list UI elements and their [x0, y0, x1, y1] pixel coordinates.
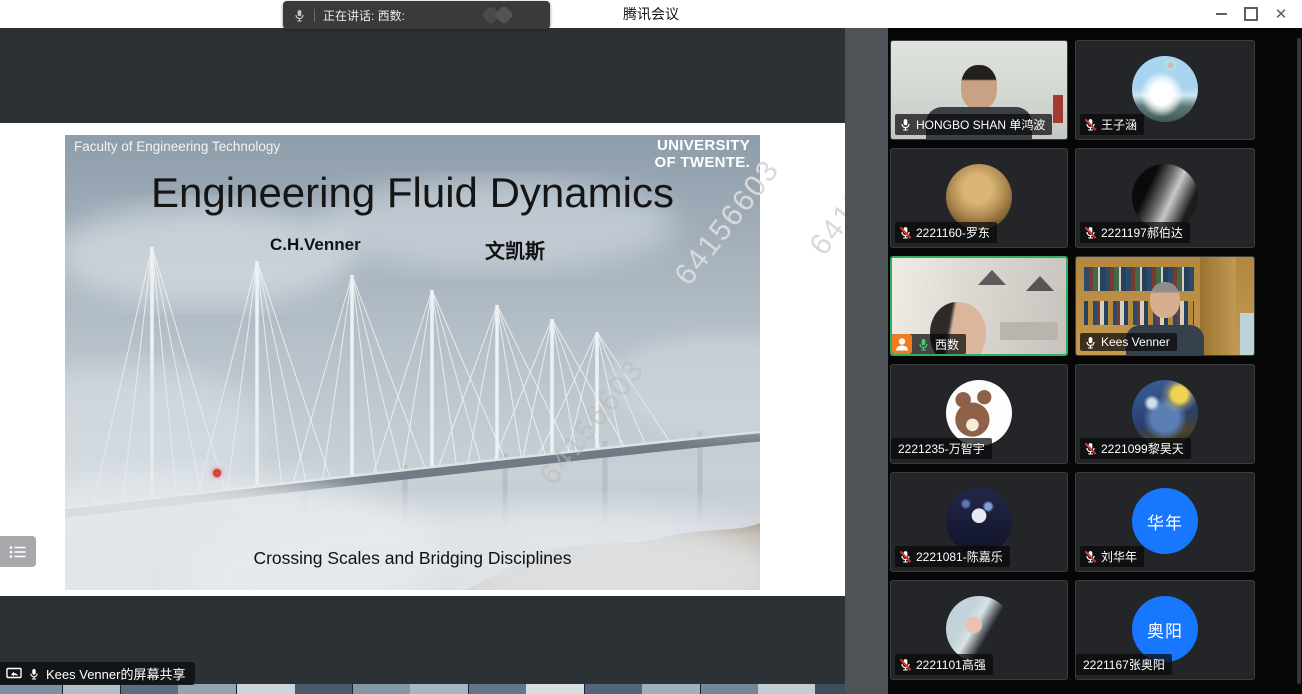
participant-name: 2221235-万智宇	[898, 440, 985, 457]
participant-tile[interactable]: HONGBO SHAN 单鸿波	[890, 40, 1068, 140]
participant-name: 2221197郝伯达	[1101, 224, 1183, 241]
speaking-indicator-pill: 正在讲话: 西数:	[283, 1, 550, 29]
avatar-initials: 奥阳	[1132, 596, 1198, 662]
avatar-initials-text: 奥阳	[1147, 617, 1183, 642]
participant-name: 2221099黎昊天	[1101, 440, 1184, 457]
participant-tile[interactable]: 奥阳 2221167张奥阳	[1075, 580, 1255, 680]
participant-name-tag: 西数	[892, 334, 966, 354]
participant-tile-active-speaker[interactable]: 西数	[890, 256, 1068, 356]
participant-name: 2221167张奥阳	[1083, 656, 1165, 673]
annotation-panel-toggle-button[interactable]	[0, 536, 36, 567]
mic-muted-icon	[899, 658, 912, 671]
meeting-main-area: Faculty of Engineering Technology UNIVER…	[0, 28, 1302, 694]
mic-muted-icon	[899, 550, 912, 563]
meeting-logo-icon	[478, 6, 522, 24]
mic-on-icon	[1084, 336, 1097, 349]
avatar	[946, 596, 1012, 662]
titlebar: 腾讯会议 ✕	[0, 0, 1302, 28]
avatar	[1132, 164, 1198, 230]
participant-tile[interactable]: 2221081-陈嘉乐	[890, 472, 1068, 572]
participant-tile[interactable]: 华年 刘华年	[1075, 472, 1255, 572]
avatar	[946, 488, 1012, 554]
avatar	[1132, 380, 1198, 446]
participant-tile[interactable]: 王子涵	[1075, 40, 1255, 140]
screen-share-area: Faculty of Engineering Technology UNIVER…	[0, 28, 845, 694]
shared-document-page: Faculty of Engineering Technology UNIVER…	[0, 123, 845, 596]
slide-subtitle: Crossing Scales and Bridging Disciplines	[65, 548, 760, 569]
participant-name: 2221101高强	[916, 656, 986, 673]
mic-icon	[28, 668, 40, 680]
avatar-initials: 华年	[1132, 488, 1198, 554]
mic-muted-icon	[1084, 550, 1097, 563]
list-icon	[9, 545, 27, 559]
participant-name-tag: 2221235-万智宇	[891, 438, 992, 459]
participants-panel: HONGBO SHAN 单鸿波 王子涵 2221160-罗东	[888, 28, 1302, 694]
participants-scrollbar[interactable]	[1297, 38, 1301, 684]
participant-name: Kees Venner	[1101, 335, 1170, 349]
participant-name: 王子涵	[1101, 116, 1137, 133]
participant-name: 刘华年	[1101, 548, 1137, 565]
panel-divider-gutter	[845, 28, 888, 694]
avatar	[1132, 56, 1198, 122]
divider	[314, 9, 315, 22]
slide-faculty-text: Faculty of Engineering Technology	[74, 139, 280, 154]
avatar	[946, 380, 1012, 446]
watermark: 64156603	[803, 123, 845, 262]
participant-name: 西数	[935, 336, 959, 353]
presentation-slide: Faculty of Engineering Technology UNIVER…	[65, 135, 760, 590]
participant-name: HONGBO SHAN 单鸿波	[916, 116, 1045, 133]
app-title: 腾讯会议	[0, 0, 1302, 28]
author-chinese: 文凯斯	[485, 235, 545, 264]
participant-tile[interactable]: 2221197郝伯达	[1075, 148, 1255, 248]
mic-icon	[293, 9, 306, 22]
participant-name-tag: 刘华年	[1080, 546, 1144, 567]
avatar-initials-text: 华年	[1147, 509, 1183, 534]
user-badge-icon	[892, 334, 912, 354]
mic-muted-icon	[1084, 442, 1097, 455]
tencent-meeting-window: 腾讯会议 ✕ 正在讲话: 西数:	[0, 0, 1302, 694]
participant-name-tag: 2221167张奥阳	[1076, 654, 1172, 675]
participant-name-tag: 2221099黎昊天	[1080, 438, 1191, 459]
window-controls: ✕	[1206, 0, 1296, 28]
participant-tile[interactable]: 2221101高强	[890, 580, 1068, 680]
university-line1: UNIVERSITY	[655, 138, 751, 155]
participant-name-tag: 2221197郝伯达	[1080, 222, 1190, 243]
participant-name-tag: 2221160-罗东	[895, 222, 997, 243]
share-status-text: Kees Venner的屏幕共享	[46, 664, 185, 683]
participant-tile[interactable]: 2221099黎昊天	[1075, 364, 1255, 464]
author-english: C.H.Venner	[270, 235, 361, 255]
os-taskbar-sliver	[0, 684, 852, 694]
maximize-button[interactable]	[1236, 0, 1266, 28]
participant-name: 2221081-陈嘉乐	[916, 548, 1003, 565]
avatar	[946, 164, 1012, 230]
participant-tile[interactable]: 2221235-万智宇	[890, 364, 1068, 464]
participant-tile[interactable]: Kees Venner	[1075, 256, 1255, 356]
slide-title: Engineering Fluid Dynamics	[65, 169, 760, 217]
mic-speaking-icon	[917, 338, 930, 351]
participant-name-tag: 2221081-陈嘉乐	[895, 546, 1010, 567]
mic-muted-icon	[899, 226, 912, 239]
close-button[interactable]: ✕	[1266, 0, 1296, 28]
speaking-indicator-label: 正在讲话: 西数:	[323, 7, 405, 24]
mic-muted-icon	[1084, 226, 1097, 239]
laser-pointer-dot	[213, 469, 221, 477]
minimize-button[interactable]	[1206, 0, 1236, 28]
participant-tile[interactable]: 2221160-罗东	[890, 148, 1068, 248]
slide-authors: C.H.Venner 文凯斯	[65, 235, 760, 261]
screen-share-icon	[6, 667, 22, 681]
screen-share-status-badge: Kees Venner的屏幕共享	[0, 662, 195, 685]
participant-name: 2221160-罗东	[916, 224, 990, 241]
mic-on-icon	[899, 118, 912, 131]
mic-muted-icon	[1084, 118, 1097, 131]
slide-university-logo-text: UNIVERSITY OF TWENTE.	[655, 138, 751, 171]
participant-name-tag: HONGBO SHAN 单鸿波	[895, 114, 1052, 135]
participant-name-tag: 王子涵	[1080, 114, 1144, 135]
participant-grid: HONGBO SHAN 单鸿波 王子涵 2221160-罗东	[890, 40, 1255, 680]
participant-name-tag: Kees Venner	[1080, 333, 1177, 351]
participant-name-tag: 2221101高强	[895, 654, 993, 675]
